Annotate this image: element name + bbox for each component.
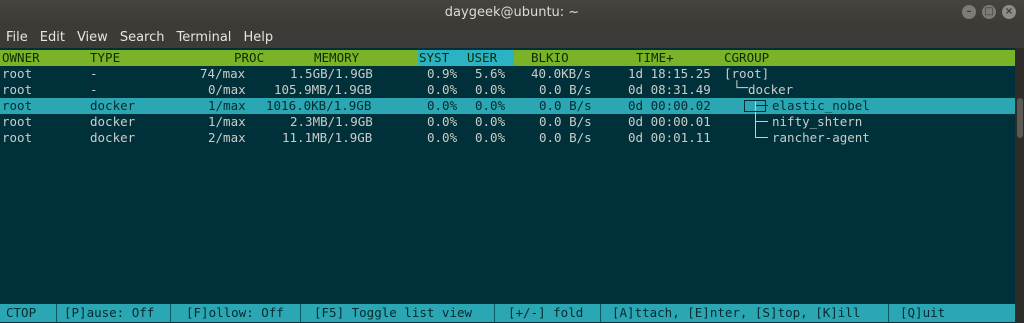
- tree-connector-icon: [756, 121, 768, 122]
- header-cgroup[interactable]: CGROUP: [724, 50, 769, 66]
- fold-button[interactable]: [+/-] fold: [508, 304, 583, 322]
- table-row[interactable]: root - 0/max 105.9MB/1.9GB 0.0% 0.0% 0.0…: [0, 80, 1015, 98]
- scrollbar-thumb[interactable]: [1017, 98, 1023, 138]
- header-syst[interactable]: SYST: [419, 50, 449, 66]
- close-icon[interactable]: ×: [1002, 5, 1016, 19]
- header-blkio[interactable]: BLKIO: [531, 50, 569, 66]
- cell-time: 0d 00:00.01: [628, 114, 711, 129]
- cell-memory: 1.5GB/1.9GB: [290, 66, 373, 81]
- pause-toggle[interactable]: [P]ause: Off: [64, 304, 154, 322]
- cell-syst: 0.0%: [427, 82, 458, 97]
- cell-proc: 74/max: [200, 66, 246, 81]
- title-bar: daygeek@ubuntu: ~ – □ ×: [0, 0, 1024, 26]
- cell-owner: root: [2, 98, 33, 113]
- cell-type: docker: [90, 114, 136, 129]
- cell-proc: 1/max: [208, 98, 246, 113]
- table-header: OWNER TYPE PROC MEMORY SYST USER BLKIO T…: [0, 50, 1015, 66]
- menu-search[interactable]: Search: [114, 30, 171, 45]
- cell-memory: 11.1MB/1.9GB: [282, 130, 373, 145]
- cell-owner: root: [2, 114, 33, 129]
- status-bar: CTOP [P]ause: Off [F]ollow: Off [F5] Tog…: [0, 304, 1015, 322]
- header-type[interactable]: TYPE: [90, 50, 120, 66]
- cell-type: docker: [90, 98, 136, 113]
- container-actions[interactable]: [A]ttach, [E]nter, [S]top, [K]ill: [612, 304, 860, 322]
- header-owner[interactable]: OWNER: [2, 50, 40, 66]
- cell-syst: 0.0%: [427, 130, 458, 145]
- cell-cgroup: nifty_shtern: [772, 114, 863, 129]
- status-app-name: CTOP: [6, 305, 37, 320]
- cell-type: -: [90, 66, 98, 81]
- table-row-selected[interactable]: root docker 1/max 1016.0KB/1.9GB 0.0% 0.…: [0, 98, 1015, 114]
- cell-proc: 2/max: [208, 130, 246, 145]
- quit-button[interactable]: [Q]uit: [900, 304, 945, 322]
- maximize-icon[interactable]: □: [982, 5, 996, 19]
- table-row[interactable]: root docker 2/max 11.1MB/1.9GB 0.0% 0.0%…: [0, 130, 1015, 146]
- cell-cgroup: elastic_nobel: [772, 98, 870, 113]
- cell-user: 0.0%: [475, 98, 506, 113]
- follow-toggle[interactable]: [F]ollow: Off: [186, 304, 284, 322]
- menu-edit[interactable]: Edit: [34, 30, 71, 45]
- toggle-list-view-button[interactable]: [F5] Toggle list view: [314, 304, 472, 322]
- table-row[interactable]: root docker 1/max 2.3MB/1.9GB 0.0% 0.0% …: [0, 114, 1015, 130]
- tree-connector-icon: [756, 137, 768, 138]
- header-proc[interactable]: PROC: [234, 50, 264, 66]
- cell-type: -: [90, 82, 98, 97]
- cell-blkio: 0.0 B/s: [539, 82, 592, 97]
- cell-time: 0d 00:00.02: [628, 98, 711, 113]
- menu-help[interactable]: Help: [237, 30, 279, 45]
- cell-owner: root: [2, 66, 33, 81]
- cell-time: 0d 08:31.49: [628, 82, 711, 97]
- cell-user: 5.6%: [475, 66, 506, 81]
- window-title: daygeek@ubuntu: ~: [444, 5, 580, 20]
- terminal-content[interactable]: OWNER TYPE PROC MEMORY SYST USER BLKIO T…: [0, 48, 1015, 323]
- cell-cgroup: rancher-agent: [772, 130, 870, 145]
- cell-user: 0.0%: [475, 82, 506, 97]
- cell-user: 0.0%: [475, 130, 506, 145]
- cell-blkio: 0.0 B/s: [539, 130, 592, 145]
- cell-time: 0d 00:01.11: [628, 130, 711, 145]
- cell-syst: 0.0%: [427, 98, 458, 113]
- menu-bar: File Edit View Search Terminal Help: [0, 26, 1024, 48]
- cell-owner: root: [2, 130, 33, 145]
- cell-syst: 0.0%: [427, 114, 458, 129]
- menu-terminal[interactable]: Terminal: [170, 30, 237, 45]
- cell-proc: 0/max: [208, 82, 246, 97]
- cell-user: 0.0%: [475, 114, 506, 129]
- tree-box-icon: [744, 100, 766, 112]
- cell-syst: 0.9%: [427, 66, 458, 81]
- cell-owner: root: [2, 82, 33, 97]
- minimize-icon[interactable]: –: [962, 5, 976, 19]
- terminal-window: daygeek@ubuntu: ~ – □ × File Edit View S…: [0, 0, 1024, 323]
- cell-blkio: 0.0 B/s: [539, 98, 592, 113]
- table-row[interactable]: root - 74/max 1.5GB/1.9GB 0.9% 5.6% 40.0…: [0, 66, 1015, 82]
- header-time[interactable]: TIME+: [636, 50, 674, 66]
- header-memory[interactable]: MEMORY: [314, 50, 359, 66]
- cell-type: docker: [90, 130, 136, 145]
- cell-blkio: 40.0KB/s: [531, 66, 592, 81]
- tree-branch-icon: └─: [733, 80, 749, 95]
- header-user[interactable]: USER: [467, 50, 497, 66]
- menu-view[interactable]: View: [71, 30, 114, 45]
- cell-memory: 1016.0KB/1.9GB: [266, 98, 372, 113]
- cell-memory: 2.3MB/1.9GB: [290, 114, 373, 129]
- menu-file[interactable]: File: [0, 30, 34, 45]
- cell-memory: 105.9MB/1.9GB: [274, 82, 372, 97]
- cell-blkio: 0.0 B/s: [539, 114, 592, 129]
- cell-time: 1d 18:15.25: [628, 66, 711, 81]
- cell-cgroup: docker: [748, 82, 794, 97]
- cell-proc: 1/max: [208, 114, 246, 129]
- scrollbar[interactable]: [1015, 48, 1024, 323]
